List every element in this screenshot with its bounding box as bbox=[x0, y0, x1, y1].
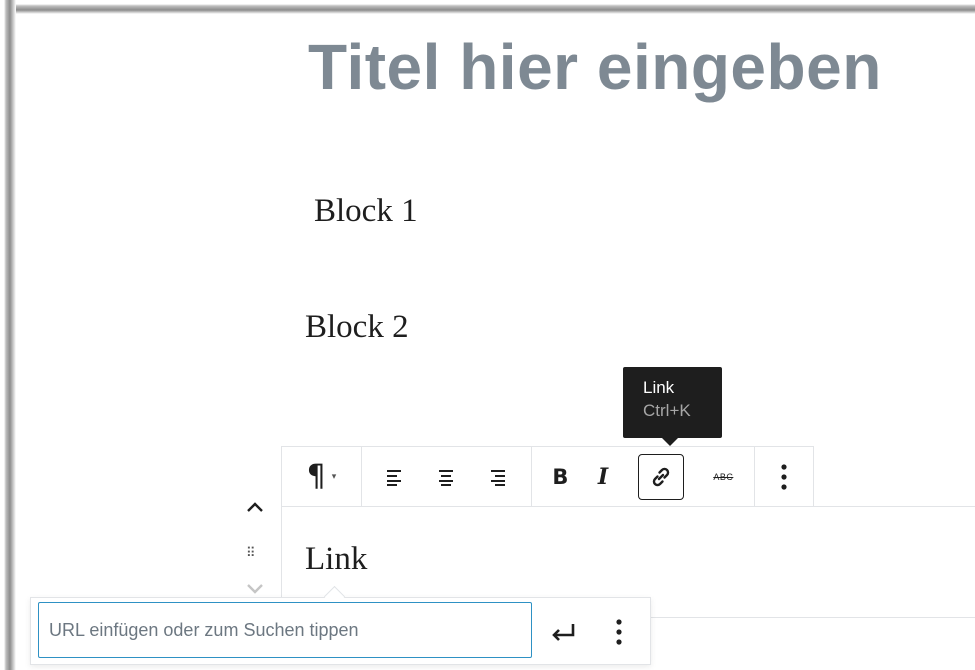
align-center-button[interactable] bbox=[436, 468, 456, 486]
paragraph-block-1[interactable]: Block 1 bbox=[314, 193, 418, 230]
paragraph-block-link[interactable]: Link bbox=[305, 541, 367, 578]
align-right-icon bbox=[491, 469, 506, 486]
drag-handle-icon[interactable]: ⠿ bbox=[246, 545, 257, 561]
more-vertical-icon bbox=[781, 463, 787, 490]
link-button[interactable] bbox=[637, 453, 684, 500]
link-icon bbox=[652, 467, 669, 486]
editor-window: Titel hier eingeben Block 1 Block 2 Link… bbox=[0, 0, 975, 670]
paragraph-icon: ¶ bbox=[306, 458, 326, 494]
block-toolbar: ¶ ▾ B I ABC bbox=[281, 446, 814, 507]
more-options-button[interactable] bbox=[780, 462, 788, 492]
alignment-group bbox=[362, 447, 532, 506]
url-input[interactable] bbox=[38, 602, 532, 658]
apply-link-button[interactable] bbox=[543, 612, 583, 652]
enter-icon bbox=[552, 624, 575, 641]
bold-icon: B bbox=[552, 464, 569, 489]
post-title[interactable]: Titel hier eingeben bbox=[308, 30, 882, 104]
italic-button[interactable]: I bbox=[598, 464, 608, 490]
window-shadow-top bbox=[0, 0, 975, 14]
align-left-icon bbox=[387, 469, 402, 486]
tooltip-shortcut: Ctrl+K bbox=[643, 401, 691, 420]
tooltip-label: Link bbox=[643, 378, 675, 397]
move-down-icon[interactable] bbox=[245, 582, 265, 596]
align-center-icon bbox=[439, 469, 454, 486]
strikethrough-button[interactable]: ABC bbox=[713, 472, 733, 482]
dropdown-caret-icon: ▾ bbox=[331, 471, 337, 481]
align-right-button[interactable] bbox=[487, 468, 507, 486]
align-left-button[interactable] bbox=[385, 468, 405, 486]
link-settings-button[interactable] bbox=[603, 612, 635, 652]
link-tooltip: Link Ctrl+K bbox=[623, 367, 722, 446]
move-up-icon[interactable] bbox=[245, 500, 265, 514]
formatting-group: B I ABC bbox=[532, 447, 756, 506]
paragraph-transform-button[interactable]: ¶ ▾ bbox=[306, 458, 337, 494]
bold-button[interactable]: B bbox=[552, 465, 568, 489]
strikethrough-icon: ABC bbox=[713, 471, 734, 482]
italic-icon: I bbox=[597, 463, 609, 490]
block-type-group: ¶ ▾ bbox=[282, 447, 362, 506]
more-vertical-icon bbox=[616, 619, 622, 645]
more-group bbox=[755, 447, 813, 506]
paragraph-block-2[interactable]: Block 2 bbox=[305, 309, 409, 346]
link-popover bbox=[30, 597, 651, 665]
window-shadow-left bbox=[0, 0, 16, 670]
